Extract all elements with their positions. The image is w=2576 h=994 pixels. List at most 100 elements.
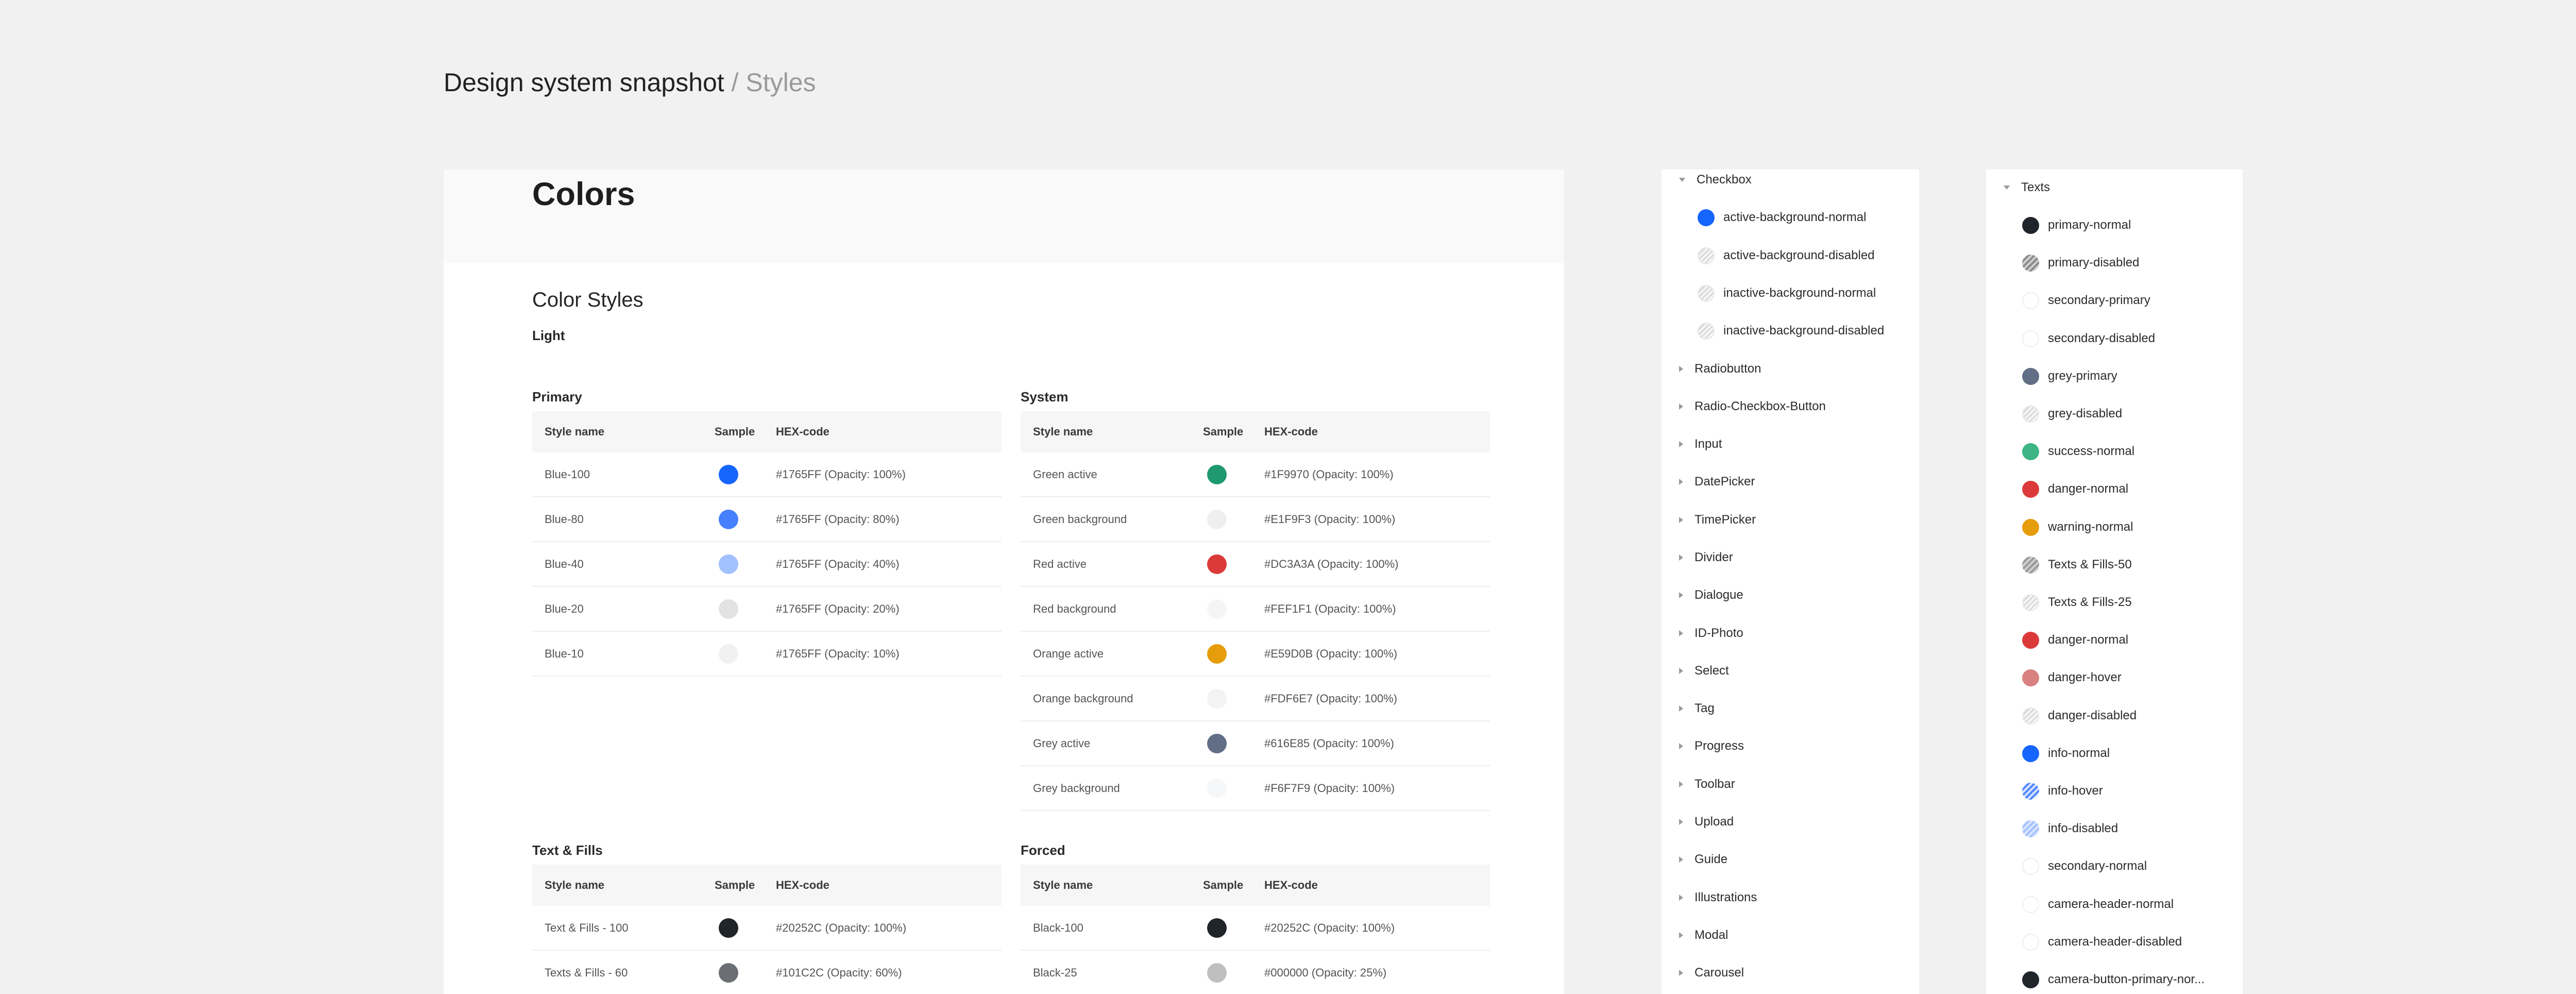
style-item[interactable]: danger-normal (2022, 630, 2128, 650)
style-item[interactable]: camera-header-normal (2022, 894, 2174, 915)
hex-code-cell: #1765FF (Opacity: 20%) (776, 602, 900, 615)
style-item-label: danger-normal (2048, 482, 2129, 496)
tree-item-radio-checkbox-button[interactable]: Radio-Checkbox-Button (1679, 396, 1826, 417)
chevron-right-icon[interactable] (1679, 856, 1683, 863)
tree-item-carousel[interactable]: Carousel (1679, 963, 1744, 983)
chevron-right-icon[interactable] (1679, 705, 1683, 712)
style-item[interactable]: primary-disabled (2022, 252, 2139, 273)
style-item[interactable]: info-hover (2022, 781, 2103, 801)
tree-item-progress[interactable]: Progress (1679, 736, 1744, 756)
tree-item-texts[interactable]: Texts (2004, 177, 2050, 198)
style-item[interactable]: Texts & Fills-25 (2022, 592, 2132, 613)
style-item[interactable]: inactive-background-disabled (1698, 321, 1884, 341)
chevron-right-icon[interactable] (1679, 932, 1683, 938)
tree-item-upload[interactable]: Upload (1679, 812, 1734, 832)
color-swatch (2022, 292, 2039, 309)
column-header-style-name: Style name (545, 425, 605, 438)
chevron-right-icon[interactable] (1679, 781, 1683, 787)
tree-item-datepicker[interactable]: DatePicker (1679, 471, 1755, 492)
chevron-right-icon[interactable] (1679, 743, 1683, 749)
color-swatch (1207, 963, 1227, 983)
chevron-right-icon[interactable] (1679, 554, 1683, 561)
chevron-right-icon[interactable] (1679, 403, 1683, 410)
color-swatch (2022, 330, 2039, 347)
style-item-label: secondary-disabled (2048, 331, 2156, 345)
style-item[interactable]: danger-disabled (2022, 705, 2137, 726)
tree-item-timepicker[interactable]: TimePicker (1679, 510, 1756, 530)
tree-item-input[interactable]: Input (1679, 434, 1722, 454)
style-item[interactable]: secondary-primary (2022, 290, 2150, 311)
tree-item-select[interactable]: Select (1679, 661, 1729, 681)
chevron-right-icon[interactable] (1679, 517, 1683, 523)
style-item[interactable]: grey-disabled (2022, 403, 2122, 424)
table-header: Style name Sample HEX-code (1021, 865, 1490, 906)
tree-item-divider[interactable]: Divider (1679, 547, 1733, 568)
tree-item-toolbar[interactable]: Toolbar (1679, 774, 1735, 795)
tree-item-tag[interactable]: Tag (1679, 698, 1715, 719)
chevron-right-icon[interactable] (1679, 668, 1683, 674)
style-name-cell: Orange active (1033, 647, 1104, 660)
color-swatch (2022, 933, 2039, 951)
chevron-right-icon[interactable] (1679, 441, 1683, 447)
style-item-label: active-background-disabled (1723, 248, 1875, 262)
style-item-label: info-hover (2048, 784, 2103, 798)
style-item[interactable]: camera-header-disabled (2022, 932, 2182, 952)
tree-item-label: Dialogue (1694, 588, 1743, 602)
chevron-right-icon[interactable] (1679, 592, 1683, 598)
theme-label: Light (532, 328, 565, 343)
color-swatch (1698, 247, 1715, 264)
tree-item-label: Progress (1694, 739, 1744, 753)
chevron-right-icon[interactable] (1679, 895, 1683, 901)
style-item-label: inactive-background-disabled (1723, 324, 1885, 338)
style-name-cell: Blue-80 (545, 512, 584, 526)
tree-item-illustrations[interactable]: Illustrations (1679, 887, 1757, 908)
style-item[interactable]: primary-normal (2022, 215, 2131, 235)
style-item-label: camera-button-primary-nor... (2048, 972, 2205, 986)
chevron-right-icon[interactable] (1679, 366, 1683, 372)
page-title-suffix: / Styles (724, 68, 816, 97)
style-item[interactable]: active-background-normal (1698, 207, 1866, 228)
sample-cell (1193, 918, 1264, 938)
tree-item-label: Select (1694, 664, 1729, 678)
style-item[interactable]: active-background-disabled (1698, 245, 1875, 266)
tree-item-radiobutton[interactable]: Radiobutton (1679, 359, 1761, 379)
style-item[interactable]: camera-button-primary-nor... (2022, 969, 2205, 990)
style-item[interactable]: warning-normal (2022, 517, 2133, 537)
chevron-down-icon[interactable] (2004, 186, 2010, 190)
chevron-right-icon[interactable] (1679, 819, 1683, 825)
tree-item-label: DatePicker (1694, 475, 1755, 488)
style-item[interactable]: secondary-normal (2022, 856, 2147, 877)
style-item-label: grey-primary (2048, 369, 2117, 383)
colors-header: Colors (444, 170, 1564, 263)
tree-item-label: Radiobutton (1694, 362, 1761, 376)
table-title: System (1021, 389, 1069, 405)
style-item[interactable]: danger-hover (2022, 667, 2122, 688)
style-item[interactable]: secondary-disabled (2022, 328, 2155, 349)
tree-item-dialogue[interactable]: Dialogue (1679, 585, 1743, 605)
chevron-right-icon[interactable] (1679, 630, 1683, 636)
table-row: Orange background #FDF6E7 (Opacity: 100%) (1021, 677, 1490, 721)
style-item[interactable]: Texts & Fills-50 (2022, 554, 2132, 575)
tree-item-label: Tag (1694, 701, 1715, 715)
style-item[interactable]: success-normal (2022, 441, 2134, 462)
color-swatch (1207, 688, 1227, 709)
tree-item-guide[interactable]: Guide (1679, 849, 1727, 870)
color-swatch (1207, 918, 1227, 938)
style-name-cell: Blue-40 (545, 557, 584, 570)
tree-item-id-photo[interactable]: ID-Photo (1679, 623, 1743, 644)
tree-item-modal[interactable]: Modal (1679, 925, 1728, 946)
style-item[interactable]: danger-normal (2022, 479, 2128, 499)
tree-item-checkbox[interactable]: Checkbox (1679, 170, 1752, 190)
style-name-cell: Black-100 (1033, 921, 1083, 934)
chevron-right-icon[interactable] (1679, 479, 1683, 485)
chevron-right-icon[interactable] (1679, 970, 1683, 976)
color-swatch (719, 963, 738, 983)
style-item-label: camera-header-normal (2048, 897, 2174, 911)
style-item[interactable]: info-normal (2022, 743, 2110, 764)
style-item[interactable]: info-disabled (2022, 818, 2118, 839)
style-item[interactable]: grey-primary (2022, 366, 2117, 386)
table-row: Blue-40 #1765FF (Opacity: 40%) (532, 542, 1002, 587)
chevron-down-icon[interactable] (1679, 178, 1685, 182)
style-item-label: warning-normal (2048, 520, 2133, 534)
style-item[interactable]: inactive-background-normal (1698, 283, 1876, 304)
